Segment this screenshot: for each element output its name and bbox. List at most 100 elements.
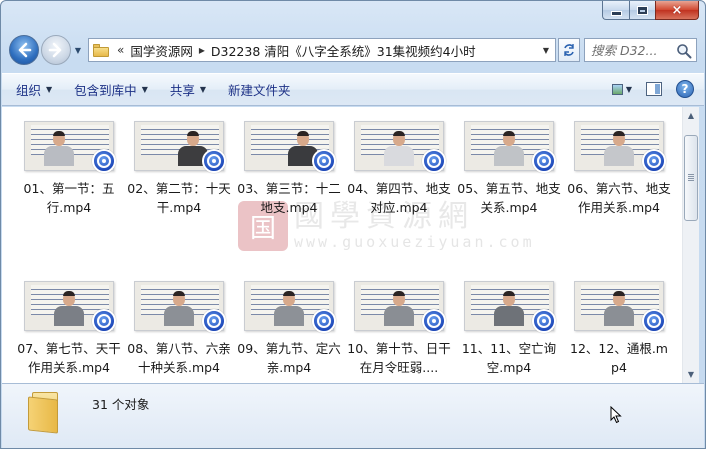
- close-button[interactable]: ×: [655, 1, 699, 20]
- new-folder-button[interactable]: 新建文件夹: [228, 80, 291, 99]
- media-player-icon: [642, 309, 666, 333]
- scroll-up-button[interactable]: ▲: [683, 107, 699, 124]
- video-thumbnail: [134, 121, 226, 173]
- minimize-icon: [610, 11, 622, 16]
- address-bar[interactable]: « 国学资源网 ▸ D32238 清阳《八字全系统》31集视频约4小时 ▼: [88, 38, 556, 62]
- explorer-window: × ▼ « 国学资源网 ▸ D32238 清阳《八字全系统》31集视频约4小时 …: [0, 0, 706, 449]
- presenter-image: [604, 306, 634, 326]
- presenter-image: [54, 306, 84, 326]
- change-view-button[interactable]: ▼: [612, 80, 632, 98]
- help-button[interactable]: ?: [676, 80, 694, 98]
- video-thumbnail: [244, 121, 336, 173]
- file-item[interactable]: 11、11、空亡询空.mp4: [454, 281, 564, 383]
- file-name: 07、第七节、天干作用关系.mp4: [17, 341, 121, 375]
- vertical-scrollbar[interactable]: ▲ ▼: [682, 107, 699, 383]
- file-name: 02、第二节：十天干.mp4: [127, 181, 231, 215]
- media-player-icon: [92, 149, 116, 173]
- video-thumbnail: [574, 281, 666, 333]
- file-item[interactable]: 10、第十节、日干在月令旺弱....: [344, 281, 454, 383]
- chevron-down-icon: ▼: [199, 85, 207, 94]
- media-player-icon: [422, 149, 446, 173]
- minimize-button[interactable]: [602, 1, 629, 20]
- file-item[interactable]: 07、第七节、天干作用关系.mp4: [14, 281, 124, 383]
- file-item[interactable]: 01、第一节：五行.mp4: [14, 121, 124, 263]
- video-thumbnail: [24, 121, 116, 173]
- chevron-up-icon: ▲: [687, 111, 695, 120]
- presenter-image: [384, 146, 414, 166]
- breadcrumb-item-current[interactable]: D32238 清阳《八字全系统》31集视频约4小时: [211, 41, 476, 60]
- preview-pane-button[interactable]: [646, 82, 662, 96]
- search-icon[interactable]: [676, 43, 692, 59]
- presenter-image: [384, 306, 414, 326]
- video-thumbnail: [354, 121, 446, 173]
- address-dropdown[interactable]: ▼: [537, 39, 555, 61]
- search-input[interactable]: [591, 42, 673, 58]
- mouse-cursor-icon: [610, 406, 622, 424]
- file-name: 09、第九节、定六亲.mp4: [237, 341, 341, 375]
- breadcrumb-separator[interactable]: ▸: [199, 43, 205, 57]
- close-icon: ×: [671, 2, 683, 18]
- back-button[interactable]: [9, 35, 39, 65]
- picture-view-icon: [612, 83, 623, 95]
- command-bar: 组织 ▼ 包含到库中 ▼ 共享 ▼ 新建文件夹 ▼ ?: [2, 73, 704, 106]
- chevron-down-icon: ▼: [46, 85, 53, 94]
- media-player-icon: [532, 149, 556, 173]
- file-item[interactable]: 12、12、通根.mp4: [564, 281, 674, 383]
- media-player-icon: [312, 149, 336, 173]
- chevron-down-icon: ▼: [542, 45, 550, 55]
- file-item[interactable]: 09、第九节、定六亲.mp4: [234, 281, 344, 383]
- presenter-image: [494, 306, 524, 326]
- chevron-down-icon: ▼: [687, 370, 695, 379]
- share-label: 共享: [169, 83, 195, 98]
- presenter-image: [44, 146, 74, 166]
- refresh-icon: [564, 44, 574, 56]
- maximize-icon: [637, 5, 648, 15]
- file-name: 10、第十节、日干在月令旺弱....: [347, 341, 451, 375]
- file-item[interactable]: 08、第八节、六亲十种关系.mp4: [124, 281, 234, 383]
- breadcrumb-item-guoxue[interactable]: 国学资源网: [130, 41, 193, 60]
- presenter-image: [604, 146, 634, 166]
- video-thumbnail: [464, 281, 556, 333]
- file-item[interactable]: 04、第四节、地支对应.mp4: [344, 121, 454, 263]
- media-player-icon: [202, 149, 226, 173]
- file-item[interactable]: 05、第五节、地支关系.mp4: [454, 121, 564, 263]
- recent-pages-dropdown[interactable]: ▼: [72, 44, 84, 56]
- include-in-library-menu[interactable]: 包含到库中 ▼: [74, 80, 148, 99]
- media-player-icon: [532, 309, 556, 333]
- scrollbar-thumb[interactable]: [684, 135, 698, 221]
- file-item[interactable]: 06、第六节、地支作用关系.mp4: [564, 121, 674, 263]
- media-player-icon: [422, 309, 446, 333]
- file-name: 04、第四节、地支对应.mp4: [347, 181, 451, 215]
- share-menu[interactable]: 共享 ▼: [170, 80, 206, 99]
- include-in-library-label: 包含到库中: [74, 83, 137, 98]
- caption-buttons: ×: [602, 1, 699, 20]
- media-player-icon: [92, 309, 116, 333]
- details-pane: 31 个对象: [2, 383, 704, 448]
- presenter-image: [494, 146, 524, 166]
- file-list-area[interactable]: 国 國學資源網 www.guoxueziyuan.com 01、第一节：五行.m…: [2, 107, 682, 383]
- arrow-right-icon: [48, 42, 62, 58]
- video-thumbnail: [24, 281, 116, 333]
- video-thumbnail: [134, 281, 226, 333]
- file-name: 11、11、空亡询空.mp4: [461, 341, 557, 375]
- maximize-button[interactable]: [629, 1, 655, 20]
- search-box: [584, 38, 697, 62]
- view-controls: ▼ ?: [612, 80, 694, 98]
- file-name: 05、第五节、地支关系.mp4: [457, 181, 561, 215]
- refresh-button[interactable]: [558, 38, 580, 62]
- file-name: 08、第八节、六亲十种关系.mp4: [127, 341, 231, 375]
- folder-icon: [93, 43, 109, 57]
- video-thumbnail: [244, 281, 336, 333]
- scroll-down-button[interactable]: ▼: [683, 366, 699, 383]
- forward-button[interactable]: [41, 35, 71, 65]
- file-item[interactable]: 02、第二节：十天干.mp4: [124, 121, 234, 263]
- new-folder-label: 新建文件夹: [228, 83, 291, 98]
- file-name: 06、第六节、地支作用关系.mp4: [567, 181, 671, 215]
- file-item[interactable]: 03、第三节：十二地支.mp4: [234, 121, 344, 263]
- chevron-down-icon: ▼: [141, 85, 148, 94]
- breadcrumb-overflow[interactable]: «: [117, 43, 124, 57]
- organize-label: 组织: [16, 83, 42, 98]
- chevron-down-icon: ▼: [74, 45, 82, 55]
- organize-menu[interactable]: 组织 ▼: [16, 80, 52, 99]
- file-name: 12、12、通根.mp4: [570, 341, 668, 375]
